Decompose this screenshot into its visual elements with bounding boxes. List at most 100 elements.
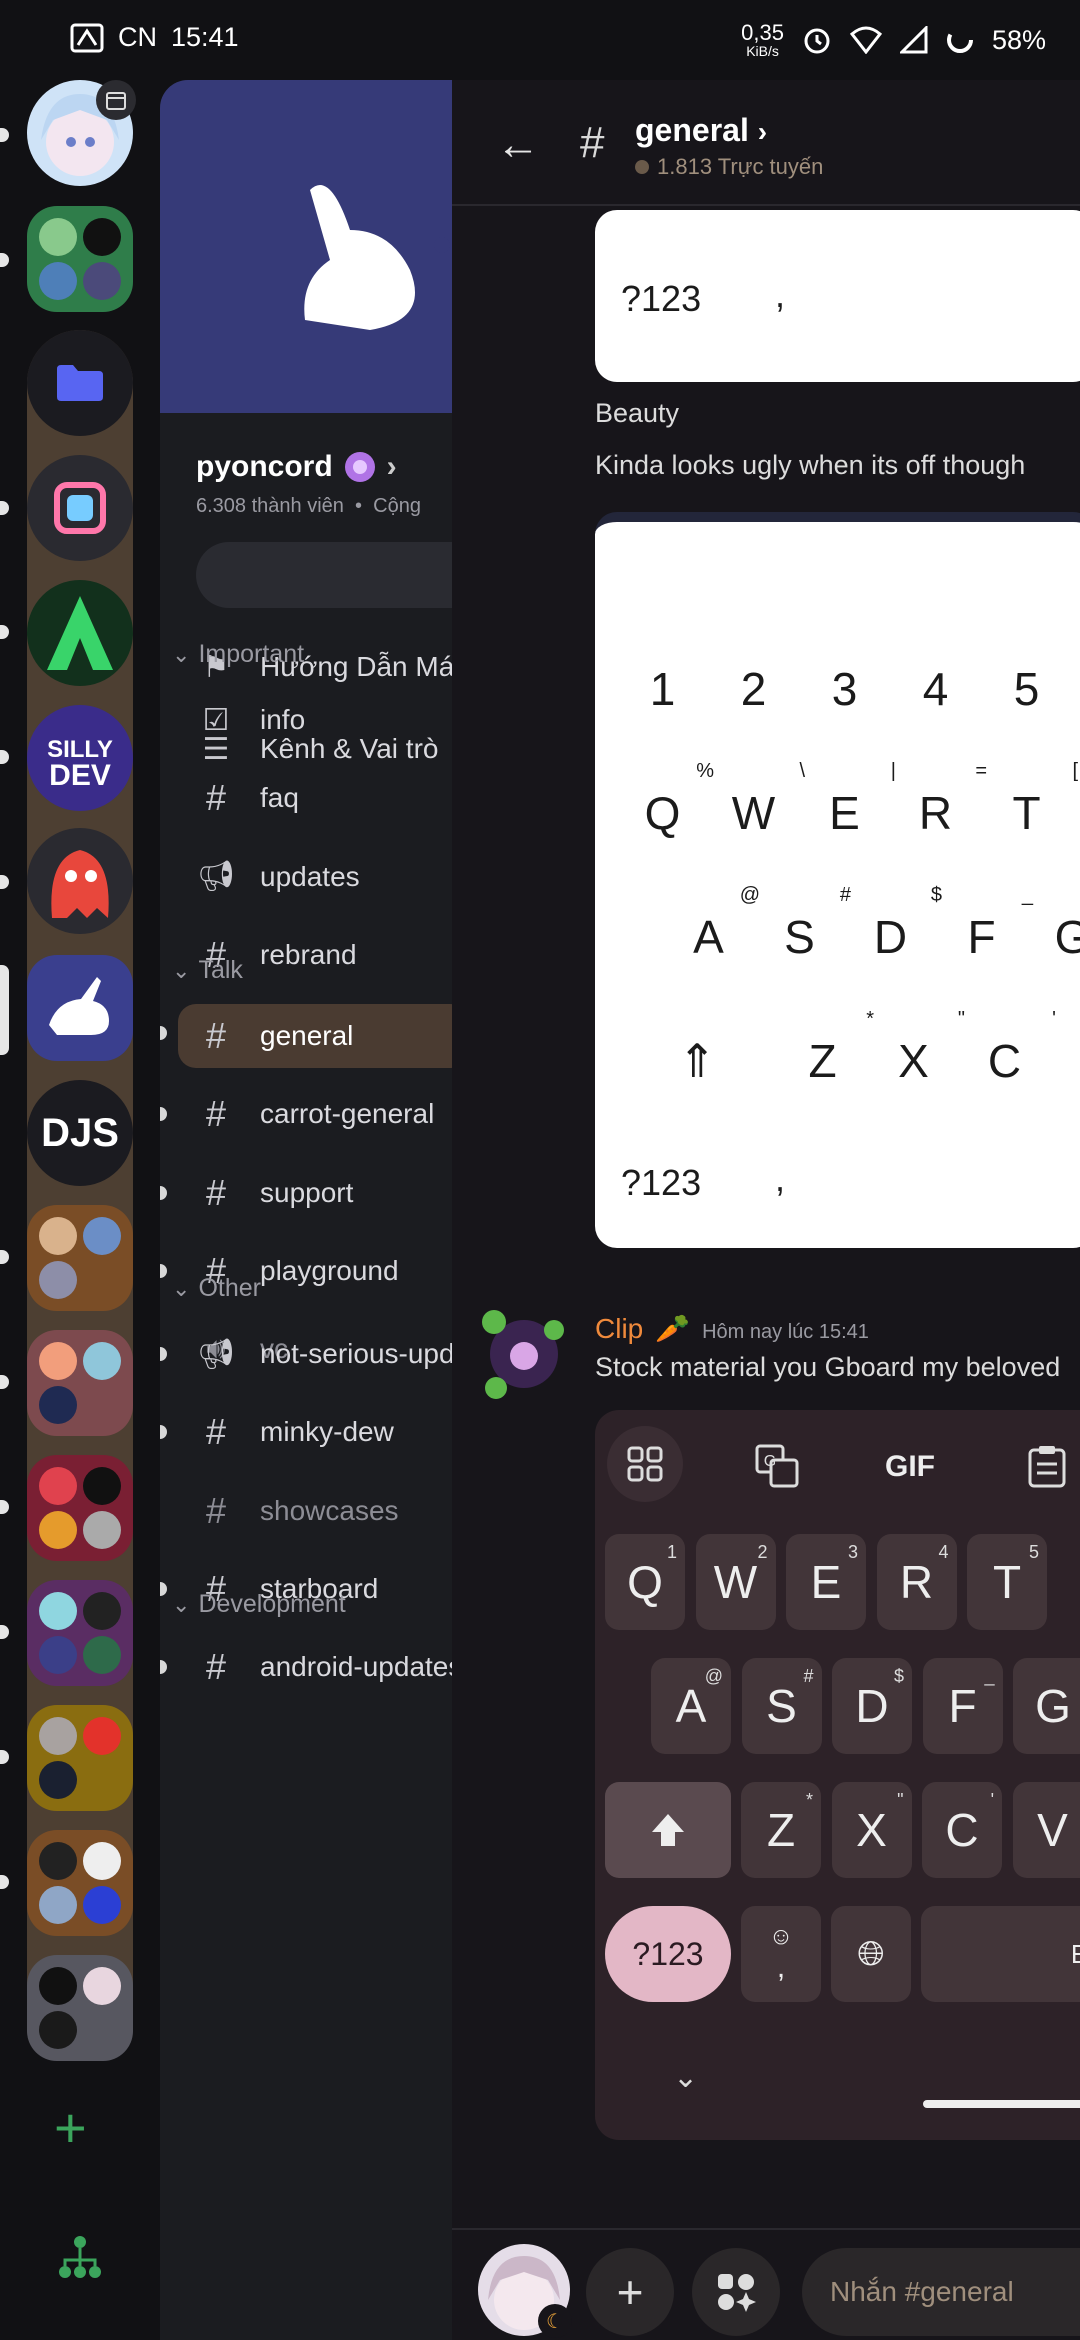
- key-t: T[: [1012, 760, 1078, 839]
- apps-sparkle-icon[interactable]: [692, 2248, 780, 2336]
- add-server-button[interactable]: +: [54, 2100, 87, 2156]
- server-folder-1[interactable]: [27, 206, 133, 312]
- status-bar: CN 15:41 0,35 KiB/s 58%: [0, 0, 1080, 80]
- author-name[interactable]: Clip: [595, 1313, 643, 1345]
- key-z: Z *: [808, 1008, 874, 1087]
- server-folder-7[interactable]: [27, 1830, 133, 1936]
- category-label: Development: [198, 1590, 346, 1618]
- server-green[interactable]: [27, 580, 133, 686]
- gesture-bar: [923, 2100, 1080, 2108]
- key-2: 2: [740, 663, 767, 715]
- translate-icon: G: [755, 1444, 799, 1493]
- unread-indicator: [160, 1185, 167, 1200]
- server-folder-2[interactable]: [27, 1205, 133, 1311]
- gboard-key-q: Q1: [605, 1534, 685, 1630]
- key-g: G&: [1027, 910, 1080, 964]
- category-development[interactable]: ⌄ Development: [172, 1590, 346, 1619]
- channel-label: general: [260, 1020, 354, 1051]
- back-arrow-icon[interactable]: ←: [496, 120, 540, 170]
- author-avatar[interactable]: [474, 1302, 574, 1402]
- server-folder-8[interactable]: [27, 1955, 133, 2061]
- gboard-screenshot[interactable]: G GIF Q 1 W 2 E 3 R 4 T 5 A @ S # D $ F _ G Z * X " C ' V ?123 ☺,…: [595, 1410, 1080, 2140]
- category-label: Other: [198, 1274, 261, 1302]
- gboard-key-e: E3: [786, 1534, 866, 1630]
- server-folder-5[interactable]: [27, 1580, 133, 1686]
- shift-key: [605, 1782, 731, 1878]
- svg-text:DEV: DEV: [49, 759, 111, 792]
- channel-info[interactable]: ☑ info: [196, 688, 452, 752]
- server-red-ghost[interactable]: [27, 828, 133, 934]
- wifi-icon: [849, 26, 882, 54]
- category-other[interactable]: ⌄ Other: [172, 1274, 261, 1303]
- unread-pill: [0, 128, 9, 142]
- server-folder-3[interactable]: [27, 1330, 133, 1436]
- hash-icon: #: [205, 1646, 227, 1688]
- channel-carrot-general[interactable]: # carrot-general: [196, 1082, 452, 1146]
- channel-updates[interactable]: 📢︎ updates: [196, 845, 452, 909]
- server-folder-4[interactable]: [27, 1455, 133, 1561]
- channel-search-bar[interactable]: [196, 542, 452, 608]
- server-discovery-icon[interactable]: [55, 2232, 105, 2287]
- key-s: S #: [784, 884, 851, 963]
- server-rainbow[interactable]: [27, 455, 133, 561]
- channel-label: playground: [260, 1254, 399, 1286]
- message-composer: ☾ + Nhắn #general: [452, 2228, 1080, 2340]
- server-name[interactable]: pyoncord ›: [196, 450, 397, 484]
- key-d: D $: [873, 884, 942, 963]
- key-v: V:: [1050, 1034, 1080, 1088]
- alarm-icon: [804, 28, 830, 54]
- channel-not-serious-upd[interactable]: 📢︎ not-serious-upd: [196, 1322, 452, 1386]
- server-djs[interactable]: DJS: [27, 1080, 133, 1186]
- channel-label: android-updates: [260, 1651, 452, 1683]
- message-input[interactable]: Nhắn #general: [802, 2248, 1080, 2336]
- online-count: 1.813 Trực tuyến: [635, 154, 823, 180]
- channel-label: info: [260, 704, 306, 735]
- folder-icon[interactable]: [27, 330, 133, 436]
- server-folder-6[interactable]: [27, 1705, 133, 1811]
- keyboard-screenshot-2[interactable]: 12345 Q%W\E|R=T[ A@S#D$F_G& ⇑Z*X"C'V: ?1…: [595, 512, 1080, 1248]
- hash-icon: #: [205, 1489, 227, 1531]
- key-f: F _: [967, 884, 1033, 963]
- space-key: EN: [921, 1906, 1080, 2002]
- unread-indicator: [160, 1263, 167, 1278]
- channel-minky-dew[interactable]: # minky-dew: [196, 1400, 452, 1464]
- megaphone-icon: 📢︎: [196, 1337, 236, 1371]
- clock: 15:41: [171, 22, 239, 52]
- hash-icon: #: [580, 118, 605, 167]
- gboard-key-c: C ': [922, 1782, 1002, 1878]
- chat-pane: ← # general › 1.813 Trực tuyến ?123 , Be…: [452, 80, 1080, 2340]
- hash-icon: #: [205, 1015, 227, 1056]
- key-5: 5: [1013, 663, 1040, 715]
- keyboard-screenshot-1[interactable]: ?123 ,: [595, 210, 1080, 382]
- add-attachment-button[interactable]: +: [586, 2248, 674, 2336]
- category-important[interactable]: ⌄ Important: [172, 640, 304, 669]
- gboard-key-z: Z *: [741, 1782, 821, 1878]
- verified-badge-icon: [344, 452, 375, 482]
- channel-faq[interactable]: # faq: [196, 766, 452, 830]
- category-talk[interactable]: ⌄ Talk: [172, 956, 243, 985]
- hash-icon: #: [205, 1411, 227, 1453]
- unread-indicator: [160, 1581, 167, 1596]
- channel-android-updates[interactable]: # android-updates: [196, 1635, 452, 1699]
- channel-label: carrot-general: [260, 1098, 435, 1130]
- gboard-key-g: G: [1013, 1658, 1080, 1754]
- channel-label: not-serious-upd: [260, 1338, 452, 1369]
- unread-indicator: [160, 1026, 167, 1041]
- chevron-down-icon: ⌄: [172, 1275, 191, 1301]
- category-label: Talk: [198, 956, 243, 984]
- channel-support[interactable]: # support: [196, 1161, 452, 1225]
- channel-label: minky-dew: [260, 1416, 394, 1448]
- channel-showcases[interactable]: # showcases: [196, 1479, 452, 1543]
- notification-icon: [70, 23, 104, 52]
- key-c: C ': [987, 1008, 1056, 1087]
- server-pyoncord[interactable]: [27, 955, 133, 1061]
- channel-general[interactable]: # general: [178, 1004, 452, 1068]
- calendar-icon[interactable]: [96, 80, 136, 120]
- server-member-count: 6.308 thành viên • Cộng: [196, 495, 421, 517]
- server-silly-dev[interactable]: SILLY DEV: [27, 705, 133, 811]
- clipboard-icon: [1027, 1444, 1067, 1493]
- gboard-key-w: W2: [695, 1534, 776, 1630]
- channel-title[interactable]: general ›: [635, 112, 767, 149]
- server-rail: SILLY DEV DJS +: [0, 0, 160, 2340]
- unread-indicator: [160, 1660, 167, 1675]
